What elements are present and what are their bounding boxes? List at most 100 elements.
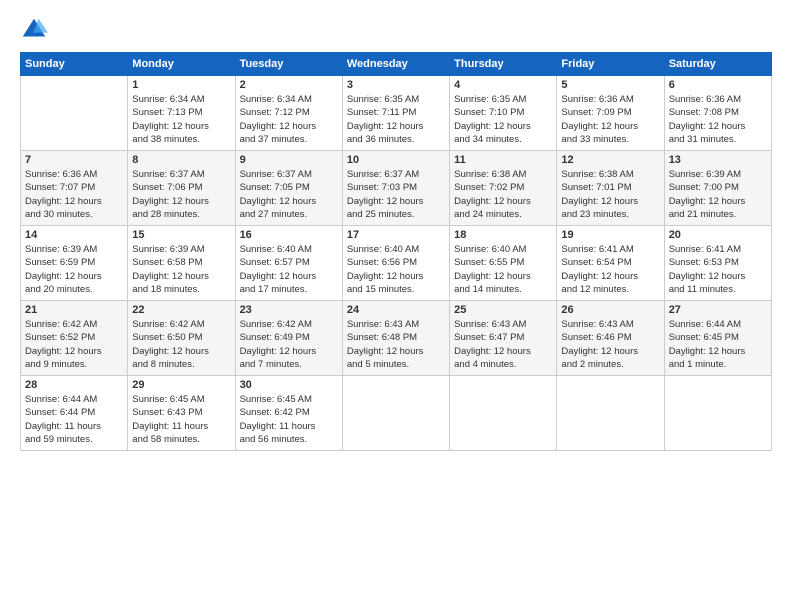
header-thursday: Thursday bbox=[450, 53, 557, 76]
calendar-cell: 3 Sunrise: 6:35 AM Sunset: 7:11 PM Daylig… bbox=[342, 76, 449, 151]
day-number: 1 bbox=[132, 79, 230, 91]
logo bbox=[20, 16, 52, 44]
calendar-cell: 26 Sunrise: 6:43 AM Sunset: 6:46 PM Dayli… bbox=[557, 301, 664, 376]
day-number: 21 bbox=[25, 304, 123, 316]
day-info: Sunrise: 6:36 AM Sunset: 7:09 PM Dayligh… bbox=[561, 93, 659, 146]
day-info: Sunrise: 6:37 AM Sunset: 7:06 PM Dayligh… bbox=[132, 168, 230, 221]
header-sunday: Sunday bbox=[21, 53, 128, 76]
header-saturday: Saturday bbox=[664, 53, 771, 76]
calendar-cell: 7Sunrise: 6:36 AM Sunset: 7:07 PM Daylig… bbox=[21, 151, 128, 226]
day-number: 2 bbox=[240, 79, 338, 91]
header bbox=[20, 16, 772, 44]
calendar-cell: 2Sunrise: 6:34 AM Sunset: 7:12 PM Daylig… bbox=[235, 76, 342, 151]
day-info: Sunrise: 6:42 AM Sunset: 6:52 PM Dayligh… bbox=[25, 318, 123, 371]
day-info: Sunrise: 6:39 AM Sunset: 6:58 PM Dayligh… bbox=[132, 243, 230, 296]
day-number: 9 bbox=[240, 154, 338, 166]
day-info: Sunrise: 6:36 AM Sunset: 7:08 PM Dayligh… bbox=[669, 93, 767, 146]
week-row-1: 1 Sunrise: 6:34 AM Sunset: 7:13 PM Daylig… bbox=[21, 76, 772, 151]
day-number: 14 bbox=[25, 229, 123, 241]
day-number: 30 bbox=[240, 379, 338, 391]
calendar-cell bbox=[664, 376, 771, 451]
header-tuesday: Tuesday bbox=[235, 53, 342, 76]
header-monday: Monday bbox=[128, 53, 235, 76]
week-row-4: 21 Sunrise: 6:42 AM Sunset: 6:52 PM Dayli… bbox=[21, 301, 772, 376]
day-number: 19 bbox=[561, 229, 659, 241]
day-info: Sunrise: 6:39 AM Sunset: 6:59 PM Dayligh… bbox=[25, 243, 123, 296]
day-info: Sunrise: 6:41 AM Sunset: 6:54 PM Dayligh… bbox=[561, 243, 659, 296]
day-number: 26 bbox=[561, 304, 659, 316]
day-number: 6 bbox=[669, 79, 767, 91]
day-number: 29 bbox=[132, 379, 230, 391]
day-info: Sunrise: 6:45 AM Sunset: 6:43 PM Dayligh… bbox=[132, 393, 230, 446]
calendar-header-row: SundayMondayTuesdayWednesdayThursdayFrid… bbox=[21, 53, 772, 76]
calendar-cell: 8 Sunrise: 6:37 AM Sunset: 7:06 PM Daylig… bbox=[128, 151, 235, 226]
calendar-cell: 21 Sunrise: 6:42 AM Sunset: 6:52 PM Dayli… bbox=[21, 301, 128, 376]
calendar-cell: 17 Sunrise: 6:40 AM Sunset: 6:56 PM Dayli… bbox=[342, 226, 449, 301]
calendar-cell: 10Sunrise: 6:37 AM Sunset: 7:03 PM Dayli… bbox=[342, 151, 449, 226]
page: SundayMondayTuesdayWednesdayThursdayFrid… bbox=[0, 0, 792, 612]
day-info: Sunrise: 6:38 AM Sunset: 7:02 PM Dayligh… bbox=[454, 168, 552, 221]
calendar-cell: 11 Sunrise: 6:38 AM Sunset: 7:02 PM Dayli… bbox=[450, 151, 557, 226]
day-info: Sunrise: 6:40 AM Sunset: 6:57 PM Dayligh… bbox=[240, 243, 338, 296]
calendar-cell: 29 Sunrise: 6:45 AM Sunset: 6:43 PM Dayli… bbox=[128, 376, 235, 451]
day-info: Sunrise: 6:43 AM Sunset: 6:46 PM Dayligh… bbox=[561, 318, 659, 371]
day-info: Sunrise: 6:37 AM Sunset: 7:05 PM Dayligh… bbox=[240, 168, 338, 221]
week-row-5: 28Sunrise: 6:44 AM Sunset: 6:44 PM Dayli… bbox=[21, 376, 772, 451]
day-number: 3 bbox=[347, 79, 445, 91]
header-friday: Friday bbox=[557, 53, 664, 76]
calendar-cell: 6 Sunrise: 6:36 AM Sunset: 7:08 PM Daylig… bbox=[664, 76, 771, 151]
day-number: 12 bbox=[561, 154, 659, 166]
day-info: Sunrise: 6:40 AM Sunset: 6:56 PM Dayligh… bbox=[347, 243, 445, 296]
day-info: Sunrise: 6:42 AM Sunset: 6:49 PM Dayligh… bbox=[240, 318, 338, 371]
day-number: 22 bbox=[132, 304, 230, 316]
day-info: Sunrise: 6:39 AM Sunset: 7:00 PM Dayligh… bbox=[669, 168, 767, 221]
day-number: 27 bbox=[669, 304, 767, 316]
day-info: Sunrise: 6:45 AM Sunset: 6:42 PM Dayligh… bbox=[240, 393, 338, 446]
week-row-3: 14 Sunrise: 6:39 AM Sunset: 6:59 PM Dayli… bbox=[21, 226, 772, 301]
day-number: 28 bbox=[25, 379, 123, 391]
day-number: 23 bbox=[240, 304, 338, 316]
day-info: Sunrise: 6:37 AM Sunset: 7:03 PM Dayligh… bbox=[347, 168, 445, 221]
calendar-cell: 20 Sunrise: 6:41 AM Sunset: 6:53 PM Dayli… bbox=[664, 226, 771, 301]
calendar-cell: 1 Sunrise: 6:34 AM Sunset: 7:13 PM Daylig… bbox=[128, 76, 235, 151]
header-wednesday: Wednesday bbox=[342, 53, 449, 76]
day-number: 15 bbox=[132, 229, 230, 241]
logo-icon bbox=[20, 16, 48, 44]
day-number: 24 bbox=[347, 304, 445, 316]
calendar-cell: 27 Sunrise: 6:44 AM Sunset: 6:45 PM Dayli… bbox=[664, 301, 771, 376]
day-number: 7 bbox=[25, 154, 123, 166]
day-number: 13 bbox=[669, 154, 767, 166]
day-info: Sunrise: 6:35 AM Sunset: 7:11 PM Dayligh… bbox=[347, 93, 445, 146]
calendar-cell: 15 Sunrise: 6:39 AM Sunset: 6:58 PM Dayli… bbox=[128, 226, 235, 301]
day-number: 25 bbox=[454, 304, 552, 316]
calendar-cell: 18Sunrise: 6:40 AM Sunset: 6:55 PM Dayli… bbox=[450, 226, 557, 301]
calendar-cell: 5 Sunrise: 6:36 AM Sunset: 7:09 PM Daylig… bbox=[557, 76, 664, 151]
calendar-cell: 25 Sunrise: 6:43 AM Sunset: 6:47 PM Dayli… bbox=[450, 301, 557, 376]
calendar-cell bbox=[450, 376, 557, 451]
calendar-cell: 24Sunrise: 6:43 AM Sunset: 6:48 PM Dayli… bbox=[342, 301, 449, 376]
day-info: Sunrise: 6:41 AM Sunset: 6:53 PM Dayligh… bbox=[669, 243, 767, 296]
calendar-cell: 23 Sunrise: 6:42 AM Sunset: 6:49 PM Dayli… bbox=[235, 301, 342, 376]
calendar-cell: 19 Sunrise: 6:41 AM Sunset: 6:54 PM Dayli… bbox=[557, 226, 664, 301]
day-number: 17 bbox=[347, 229, 445, 241]
day-number: 18 bbox=[454, 229, 552, 241]
calendar-cell: 14 Sunrise: 6:39 AM Sunset: 6:59 PM Dayli… bbox=[21, 226, 128, 301]
day-number: 5 bbox=[561, 79, 659, 91]
day-number: 16 bbox=[240, 229, 338, 241]
calendar-cell: 4Sunrise: 6:35 AM Sunset: 7:10 PM Daylig… bbox=[450, 76, 557, 151]
calendar-cell: 16 Sunrise: 6:40 AM Sunset: 6:57 PM Dayli… bbox=[235, 226, 342, 301]
day-info: Sunrise: 6:44 AM Sunset: 6:45 PM Dayligh… bbox=[669, 318, 767, 371]
calendar-cell: 13 Sunrise: 6:39 AM Sunset: 7:00 PM Dayli… bbox=[664, 151, 771, 226]
day-info: Sunrise: 6:34 AM Sunset: 7:13 PM Dayligh… bbox=[132, 93, 230, 146]
calendar-cell: 9 Sunrise: 6:37 AM Sunset: 7:05 PM Daylig… bbox=[235, 151, 342, 226]
day-info: Sunrise: 6:38 AM Sunset: 7:01 PM Dayligh… bbox=[561, 168, 659, 221]
day-number: 11 bbox=[454, 154, 552, 166]
calendar-cell: 12 Sunrise: 6:38 AM Sunset: 7:01 PM Dayli… bbox=[557, 151, 664, 226]
day-number: 4 bbox=[454, 79, 552, 91]
day-info: Sunrise: 6:43 AM Sunset: 6:47 PM Dayligh… bbox=[454, 318, 552, 371]
day-number: 8 bbox=[132, 154, 230, 166]
calendar-cell bbox=[342, 376, 449, 451]
calendar-cell: 30 Sunrise: 6:45 AM Sunset: 6:42 PM Dayli… bbox=[235, 376, 342, 451]
calendar-cell: 22Sunrise: 6:42 AM Sunset: 6:50 PM Dayli… bbox=[128, 301, 235, 376]
day-number: 20 bbox=[669, 229, 767, 241]
